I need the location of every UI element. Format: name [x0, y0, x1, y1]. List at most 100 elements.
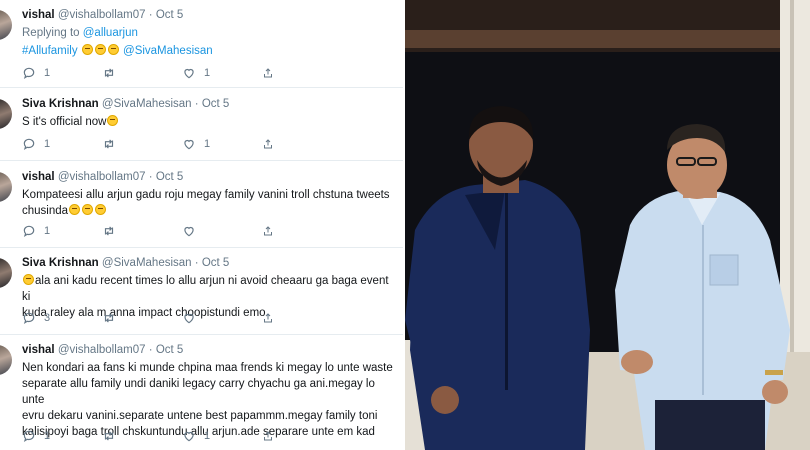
tweet-actions: 1 1	[22, 137, 282, 151]
reply-icon	[23, 312, 35, 324]
reply-count: 1	[44, 67, 51, 79]
tweet-text-line: evru dekaru vanini.separate untene best …	[22, 410, 378, 422]
tweet-text-content: S it's official now	[22, 116, 107, 128]
author-handle[interactable]: @SivaMahesisan	[102, 257, 192, 269]
reply-button[interactable]: 1	[22, 224, 102, 238]
retweet-button[interactable]	[102, 224, 182, 238]
retweet-icon	[104, 431, 114, 441]
avatar[interactable]	[0, 10, 12, 40]
tweet-date[interactable]: Oct 5	[202, 257, 229, 269]
flushed-emoji-icon	[95, 204, 107, 215]
tweet-actions: 1	[22, 224, 282, 238]
author-handle[interactable]: @SivaMahesisan	[102, 98, 192, 110]
heart-icon	[184, 313, 194, 324]
share-button[interactable]	[262, 311, 282, 325]
avatar[interactable]	[0, 345, 12, 375]
separator: ·	[148, 171, 153, 183]
heart-icon	[184, 431, 194, 442]
tweet-body: Siva Krishnan @SivaMahesisan · Oct 5 S i…	[22, 97, 399, 130]
author-handle[interactable]: @vishalbollam07	[58, 9, 146, 21]
reply-button[interactable]: 1	[22, 429, 102, 443]
tweet-text-line-wrap: ala ani kadu recent times lo allu arjun …	[22, 273, 399, 305]
reply-button[interactable]: 1	[22, 66, 102, 80]
divider	[0, 334, 405, 335]
like-button[interactable]: 1	[182, 66, 262, 80]
author-handle[interactable]: @vishalbollam07	[58, 171, 146, 183]
reply-icon	[23, 225, 35, 237]
hashtag-link[interactable]: #Allufamily	[22, 45, 78, 57]
tweet-actions: 1 1	[22, 429, 282, 443]
divider	[0, 87, 405, 88]
retweet-button[interactable]	[102, 311, 182, 325]
author-handle[interactable]: @vishalbollam07	[58, 344, 146, 356]
share-icon	[264, 139, 272, 149]
like-button[interactable]	[182, 311, 262, 325]
tweet-actions: 3	[22, 311, 282, 325]
share-icon	[264, 226, 272, 236]
avatar[interactable]	[0, 99, 12, 129]
laughing-emoji-icon	[107, 115, 119, 126]
tweet-text: Kompateesi allu arjun gadu roju megay fa…	[22, 187, 399, 219]
replying-to-link[interactable]: @alluarjun	[83, 27, 138, 39]
tweet-text-line: ala ani kadu recent times lo allu arjun …	[22, 275, 389, 303]
author-name[interactable]: Siva Krishnan	[22, 98, 99, 110]
reply-button[interactable]: 1	[22, 137, 102, 151]
reply-icon	[23, 67, 35, 79]
retweet-icon	[104, 226, 114, 236]
tweet-date[interactable]: Oct 5	[156, 9, 183, 21]
share-icon	[264, 68, 272, 78]
replying-prefix: Replying to	[22, 27, 80, 39]
tweet-date[interactable]: Oct 5	[202, 98, 229, 110]
author-name[interactable]: Siva Krishnan	[22, 257, 99, 269]
separator: ·	[148, 9, 153, 21]
share-button[interactable]	[262, 137, 282, 151]
like-button[interactable]	[182, 224, 262, 238]
tweet-header: vishal @vishalbollam07 · Oct 5	[22, 343, 399, 358]
tweet-header: Siva Krishnan @SivaMahesisan · Oct 5	[22, 97, 399, 112]
share-button[interactable]	[262, 429, 282, 443]
tweet-text: S it's official now	[22, 114, 399, 130]
mention-link[interactable]: @SivaMahesisan	[123, 45, 213, 57]
share-icon	[264, 313, 272, 323]
tweet-text-line-wrap: chusinda	[22, 203, 399, 219]
reply-count: 1	[44, 430, 51, 442]
like-count: 1	[204, 430, 211, 442]
photo	[405, 0, 810, 450]
reply-icon	[23, 430, 35, 442]
reply-button[interactable]: 3	[22, 311, 102, 325]
laughing-emoji-icon	[23, 274, 34, 285]
like-count: 1	[204, 138, 211, 150]
retweet-icon	[104, 313, 114, 323]
divider	[0, 247, 405, 248]
retweet-button[interactable]	[102, 137, 182, 151]
flushed-emoji-icon	[69, 204, 81, 215]
author-name[interactable]: vishal	[22, 171, 55, 183]
thinking-emoji-icon	[94, 44, 106, 55]
reply-count: 1	[44, 225, 51, 237]
share-button[interactable]	[262, 224, 282, 238]
separator: ·	[194, 98, 199, 110]
photo-illustration	[405, 0, 810, 450]
author-name[interactable]: vishal	[22, 9, 55, 21]
author-name[interactable]: vishal	[22, 344, 55, 356]
share-icon	[264, 431, 272, 441]
like-button[interactable]: 1	[182, 137, 262, 151]
tweet-text-line: chusinda	[22, 205, 69, 217]
thinking-emoji-icon	[81, 44, 93, 55]
tweet-date[interactable]: Oct 5	[156, 344, 183, 356]
tweet-date[interactable]: Oct 5	[156, 171, 183, 183]
retweet-button[interactable]	[102, 429, 182, 443]
tweet-text-line: Kompateesi allu arjun gadu roju megay fa…	[22, 189, 390, 201]
reply-count: 1	[44, 138, 51, 150]
retweet-button[interactable]	[102, 66, 182, 80]
tweet-body: vishal @vishalbollam07 · Oct 5 Replying …	[22, 8, 399, 59]
avatar[interactable]	[0, 172, 12, 202]
avatar[interactable]	[0, 258, 12, 288]
share-button[interactable]	[262, 66, 282, 80]
tweet-text: Nen kondari aa fans ki munde chpina maa …	[22, 360, 399, 440]
reply-icon	[23, 138, 35, 150]
like-button[interactable]: 1	[182, 429, 262, 443]
tweet-body: vishal @vishalbollam07 · Oct 5 Nen konda…	[22, 343, 399, 440]
separator: ·	[148, 344, 153, 356]
tweet-text-line: Nen kondari aa fans ki munde chpina maa …	[22, 362, 393, 374]
